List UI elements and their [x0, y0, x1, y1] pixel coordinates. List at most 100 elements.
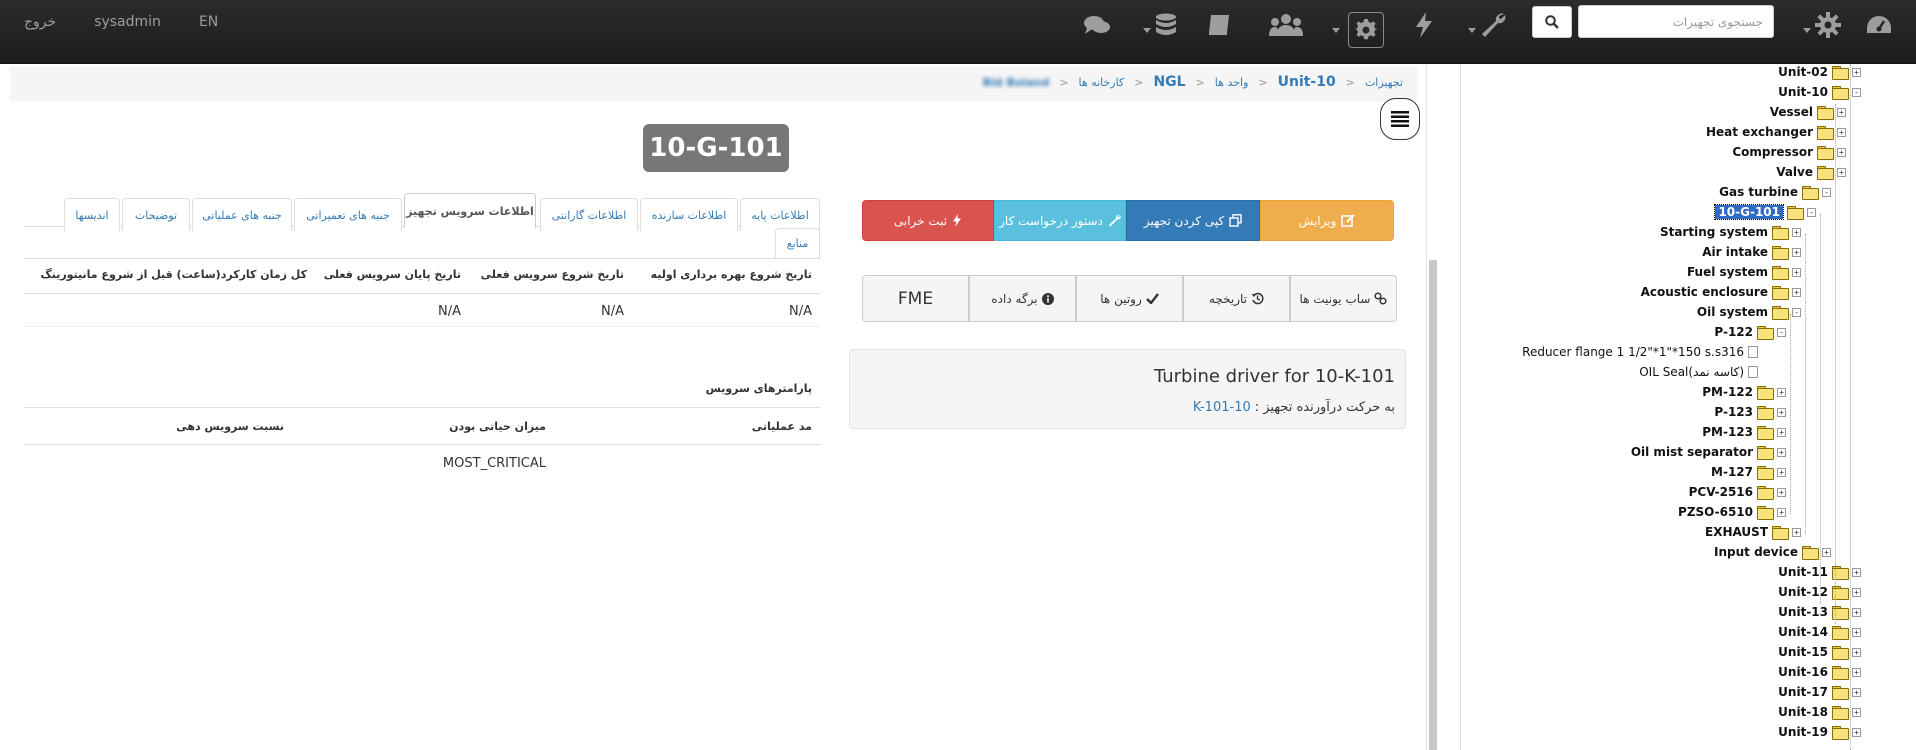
- tree-node[interactable]: Oil mist separator +: [1631, 442, 1786, 462]
- main-scrollbar-thumb[interactable]: [1429, 260, 1437, 750]
- expand-icon[interactable]: +: [1852, 647, 1861, 657]
- tree-node-label[interactable]: PCV-2516: [1689, 485, 1753, 499]
- expand-icon[interactable]: +: [1777, 487, 1786, 497]
- expand-icon[interactable]: +: [1777, 387, 1786, 397]
- edit-button[interactable]: ویرایش: [1260, 200, 1394, 241]
- tree-node-label[interactable]: PM-123: [1702, 425, 1753, 439]
- expand-icon[interactable]: +: [1792, 527, 1801, 537]
- tree-node-label[interactable]: Unit-13: [1778, 605, 1828, 619]
- tree-node-label[interactable]: Oil system: [1697, 305, 1768, 319]
- tree-node-label[interactable]: PZSO-6510: [1678, 505, 1753, 519]
- tree-node-label[interactable]: Unit-19: [1778, 725, 1828, 739]
- driven-equipment-link[interactable]: 10-K-101: [1193, 400, 1251, 415]
- tab-service-info[interactable]: اطلاعات سرویس تجهیز: [404, 193, 536, 228]
- tree-node-label[interactable]: Unit-16: [1778, 665, 1828, 679]
- tree-node-label[interactable]: OIL Seal(کاسه نمد): [1639, 365, 1744, 379]
- tree-toggle-button[interactable]: [1380, 98, 1420, 140]
- expand-icon[interactable]: +: [1837, 127, 1846, 137]
- expand-icon[interactable]: +: [1777, 427, 1786, 437]
- tab-notes[interactable]: توضیحات: [122, 198, 190, 231]
- language-switch[interactable]: EN: [199, 14, 218, 30]
- tree-node[interactable]: Unit-13 +: [1778, 602, 1861, 622]
- tree-node[interactable]: Oil system -: [1697, 302, 1801, 322]
- database-menu[interactable]: [1140, 10, 1180, 40]
- tab-sources[interactable]: منابع: [775, 228, 820, 258]
- tree-node-label[interactable]: P-123: [1714, 405, 1753, 419]
- expand-icon[interactable]: +: [1822, 547, 1831, 557]
- tree-node[interactable]: Unit-02 +: [1778, 64, 1861, 82]
- expand-icon[interactable]: +: [1792, 287, 1801, 297]
- breadcrumb-unit[interactable]: Unit-10: [1278, 74, 1336, 90]
- tree-node-label[interactable]: PM-122: [1702, 385, 1753, 399]
- tree-node-label[interactable]: Fuel system: [1687, 265, 1768, 279]
- users-icon[interactable]: [1268, 10, 1304, 40]
- tab-manufacturer[interactable]: اطلاعات سازنده: [640, 198, 738, 231]
- tree-node-label[interactable]: Unit-10: [1778, 85, 1828, 99]
- tree-node-label[interactable]: Acoustic enclosure: [1641, 285, 1768, 299]
- tree-node[interactable]: PM-123 +: [1702, 422, 1786, 442]
- breadcrumb-factories[interactable]: کارخانه ها: [1079, 76, 1125, 89]
- tree-node-label[interactable]: Starting system: [1660, 225, 1768, 239]
- tree-node[interactable]: Starting system +: [1660, 222, 1801, 242]
- expand-icon[interactable]: +: [1837, 147, 1846, 157]
- expand-icon[interactable]: +: [1837, 167, 1846, 177]
- tree-node-label[interactable]: Oil mist separator: [1631, 445, 1753, 459]
- tree-node[interactable]: Unit-16 +: [1778, 662, 1861, 682]
- tree-node[interactable]: P-123 +: [1714, 402, 1786, 422]
- work-request-button[interactable]: دستور درخواست کار: [994, 200, 1126, 241]
- expand-icon[interactable]: +: [1852, 707, 1861, 717]
- tree-node-label[interactable]: Valve: [1776, 165, 1813, 179]
- tree-node[interactable]: PM-122 +: [1702, 382, 1786, 402]
- collapse-icon[interactable]: -: [1852, 87, 1861, 97]
- equipment-search-input[interactable]: [1578, 5, 1774, 38]
- tree-node[interactable]: Unit-18 +: [1778, 702, 1861, 722]
- expand-icon[interactable]: +: [1777, 467, 1786, 477]
- expand-icon[interactable]: +: [1792, 247, 1801, 257]
- main-scrollbar-track[interactable]: [1426, 64, 1427, 750]
- tree-node[interactable]: Unit-15 +: [1778, 642, 1861, 662]
- collapse-icon[interactable]: -: [1777, 327, 1786, 337]
- user-menu[interactable]: sysadmin: [94, 14, 161, 30]
- tree-node-label[interactable]: Unit-02: [1778, 65, 1828, 79]
- tree-node[interactable]: Unit-17 +: [1778, 682, 1861, 702]
- expand-icon[interactable]: +: [1837, 107, 1846, 117]
- expand-icon[interactable]: +: [1852, 567, 1861, 577]
- tree-node-label[interactable]: Unit-15: [1778, 645, 1828, 659]
- expand-icon[interactable]: +: [1852, 607, 1861, 617]
- tree-node-label[interactable]: Reducer flange 1 1/2"*1"*150 s.s316: [1522, 345, 1744, 359]
- tab-operational[interactable]: جنبه های عملیاتی: [192, 198, 292, 231]
- tree-node[interactable]: EXHAUST +: [1705, 522, 1801, 542]
- tab-drawings[interactable]: اندیسها: [64, 198, 120, 231]
- tab-maintenance[interactable]: جنبه های تعمیراتی: [294, 198, 402, 231]
- tree-node-label[interactable]: Vessel: [1770, 105, 1813, 119]
- wrench-menu[interactable]: [1466, 10, 1508, 40]
- tree-node-label[interactable]: Compressor: [1732, 145, 1813, 159]
- tree-node[interactable]: Acoustic enclosure +: [1641, 282, 1801, 302]
- tree-node-label[interactable]: EXHAUST: [1705, 525, 1768, 539]
- tree-node[interactable]: Compressor +: [1732, 142, 1846, 162]
- tree-node[interactable]: PZSO-6510 +: [1678, 502, 1786, 522]
- breadcrumb-home[interactable]: Bid Boland: [983, 76, 1050, 89]
- settings-menu[interactable]: [1800, 10, 1844, 40]
- breadcrumb-units[interactable]: واحد ها: [1215, 76, 1249, 89]
- tree-node[interactable]: P-122 -: [1714, 322, 1786, 342]
- search-button[interactable]: [1532, 6, 1572, 38]
- collapse-icon[interactable]: -: [1792, 307, 1801, 317]
- expand-icon[interactable]: +: [1852, 67, 1861, 77]
- expand-icon[interactable]: +: [1852, 587, 1861, 597]
- tab-warranty[interactable]: اطلاعات گارانتی: [540, 198, 638, 231]
- tree-node-label[interactable]: Air intake: [1702, 245, 1768, 259]
- tree-node-label[interactable]: Input device: [1714, 545, 1798, 559]
- breadcrumb-equipment[interactable]: تجهیزات: [1365, 76, 1403, 89]
- tree-node-label[interactable]: 10-G-101: [1714, 204, 1784, 220]
- tree-node-label[interactable]: Heat exchanger: [1706, 125, 1813, 139]
- tree-node[interactable]: Air intake +: [1702, 242, 1801, 262]
- expand-icon[interactable]: +: [1792, 267, 1801, 277]
- cog-box-icon[interactable]: [1348, 12, 1384, 48]
- collapse-icon[interactable]: -: [1822, 187, 1831, 197]
- expand-icon[interactable]: +: [1792, 227, 1801, 237]
- comments-icon[interactable]: [1082, 10, 1112, 40]
- dashboard-icon[interactable]: [1864, 10, 1894, 40]
- history-button[interactable]: تاریخچه: [1183, 275, 1290, 322]
- tree-node[interactable]: Unit-10 -: [1778, 82, 1861, 102]
